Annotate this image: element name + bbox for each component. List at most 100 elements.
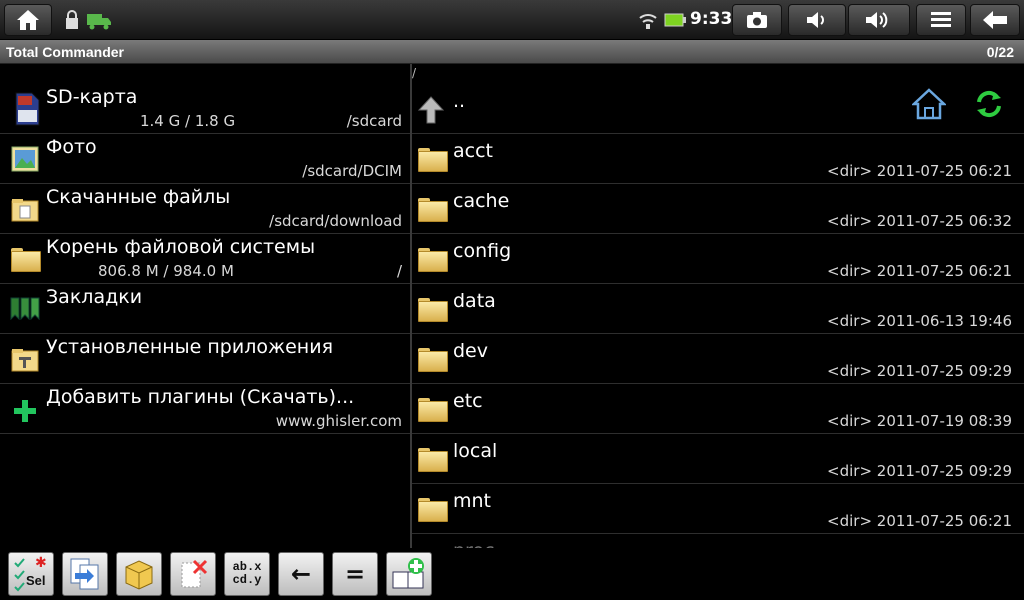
folder-icon <box>418 398 448 422</box>
item-name: .. <box>453 90 466 112</box>
battery-icon <box>664 13 686 27</box>
item-meta: <dir> 2011-07-25 06:21 <box>827 262 1012 280</box>
equal-label: = <box>344 560 366 588</box>
truck-icon <box>87 14 111 30</box>
file-row[interactable]: local <dir> 2011-07-25 09:29 <box>412 434 1024 484</box>
item-name: Закладки <box>46 286 143 308</box>
folder-icon <box>418 148 448 172</box>
list-item-downloads[interactable]: Скачанные файлы /sdcard/download <box>0 184 410 234</box>
apps-folder-icon <box>11 349 39 372</box>
item-name: config <box>453 240 512 262</box>
left-panel: SD-карта 1.4 G / 1.8 G /sdcard Фото /sdc… <box>0 64 410 548</box>
file-row[interactable]: proc <box>412 534 1024 548</box>
item-path: / <box>396 262 402 280</box>
folder-icon <box>418 298 448 322</box>
delete-button[interactable] <box>170 552 216 596</box>
item-meta: <dir> 2011-07-25 06:32 <box>827 212 1012 230</box>
refresh-icon[interactable] <box>974 89 1004 119</box>
up-arrow-icon <box>418 96 444 124</box>
right-panel: / .. acct <dir> 2011-07-25 06:21 cache <… <box>412 64 1024 548</box>
current-path: / <box>412 66 417 80</box>
screenshot-button[interactable] <box>732 4 782 36</box>
item-meta: <dir> 2011-07-25 09:29 <box>827 462 1012 480</box>
item-name: Добавить плагины (Скачать)... <box>46 386 355 408</box>
camera-icon <box>747 12 767 28</box>
item-size: 1.4 G / 1.8 G <box>140 112 236 130</box>
box-icon <box>125 560 153 590</box>
app-title-bar: Total Commander 0/22 <box>0 40 1024 64</box>
list-item-sdcard[interactable]: SD-карта 1.4 G / 1.8 G /sdcard <box>0 84 410 134</box>
back-button[interactable] <box>970 4 1020 36</box>
item-url: www.ghisler.com <box>275 412 402 430</box>
folder-icon <box>418 448 448 472</box>
back-nav-button[interactable]: ← <box>278 552 324 596</box>
item-name: Скачанные файлы <box>46 186 231 208</box>
item-name: etc <box>453 390 483 412</box>
volume-down-button[interactable] <box>788 4 846 36</box>
menu-button[interactable] <box>916 4 966 36</box>
delete-icon <box>181 559 208 588</box>
item-name: Корень файловой системы <box>46 236 316 258</box>
item-meta: <dir> 2011-06-13 19:46 <box>827 312 1012 330</box>
sd-card-icon <box>15 92 40 126</box>
folder-icon <box>418 248 448 272</box>
file-row[interactable]: mnt <dir> 2011-07-25 06:21 <box>412 484 1024 534</box>
new-tab-button[interactable] <box>386 552 432 596</box>
clock: 9:33 <box>690 9 733 29</box>
home-icon <box>17 10 39 30</box>
bookmarks-icon <box>10 297 40 320</box>
list-item-root[interactable]: Корень файловой системы 806.8 M / 984.0 … <box>0 234 410 284</box>
rename-button[interactable]: ab.x cd.y <box>224 552 270 596</box>
file-row[interactable]: dev <dir> 2011-07-25 09:29 <box>412 334 1024 384</box>
home-icon[interactable] <box>912 88 946 120</box>
menu-icon <box>931 12 951 27</box>
compare-button[interactable]: = <box>332 552 378 596</box>
status-bar: 9:33 <box>0 0 1024 40</box>
wifi-icon <box>639 14 657 29</box>
file-row[interactable]: data <dir> 2011-06-13 19:46 <box>412 284 1024 334</box>
home-button[interactable] <box>4 4 52 36</box>
item-name: acct <box>453 140 493 162</box>
select-label: Sel <box>26 573 46 588</box>
folder-icon <box>11 248 41 278</box>
file-row[interactable]: etc <dir> 2011-07-19 08:39 <box>412 384 1024 434</box>
file-row[interactable]: acct <dir> 2011-07-25 06:21 <box>412 134 1024 184</box>
bottom-toolbar: Sel ✱ ab.x cd.y ← = <box>0 548 1024 600</box>
pack-button[interactable] <box>116 552 162 596</box>
volume-up-button[interactable] <box>848 4 910 36</box>
folder-icon <box>418 498 448 522</box>
item-path: /sdcard <box>346 112 402 130</box>
file-row[interactable]: config <dir> 2011-07-25 06:21 <box>412 234 1024 284</box>
item-name: dev <box>453 340 488 362</box>
parent-directory-row[interactable]: .. <box>412 84 1024 134</box>
item-size: 806.8 M / 984.0 M <box>98 262 234 280</box>
volume-down-icon <box>807 12 824 28</box>
item-name: local <box>453 440 498 462</box>
asterisk-icon: ✱ <box>35 555 47 571</box>
folder-icon <box>418 198 448 222</box>
item-meta: <dir> 2011-07-25 06:21 <box>827 512 1012 530</box>
item-name: proc <box>453 540 495 548</box>
file-row[interactable]: cache <dir> 2011-07-25 06:32 <box>412 184 1024 234</box>
list-item-add-plugins[interactable]: Добавить плагины (Скачать)... www.ghisle… <box>0 384 410 434</box>
item-meta: <dir> 2011-07-25 09:29 <box>827 362 1012 380</box>
item-name: SD-карта <box>46 86 138 108</box>
download-folder-icon <box>11 199 39 222</box>
item-name: Установленные приложения <box>46 336 333 358</box>
rename-label: ab.x cd.y <box>232 560 262 587</box>
item-name: data <box>453 290 496 312</box>
select-button[interactable]: Sel ✱ <box>8 552 54 596</box>
folder-icon <box>418 348 448 372</box>
copy-button[interactable] <box>62 552 108 596</box>
list-item-bookmarks[interactable]: Закладки <box>0 284 410 334</box>
list-item-photo[interactable]: Фото /sdcard/DCIM <box>0 134 410 184</box>
volume-up-icon <box>866 12 888 28</box>
plus-icon <box>14 400 36 422</box>
app-title: Total Commander <box>6 44 124 60</box>
list-item-installed-apps[interactable]: Установленные приложения <box>0 334 410 384</box>
photo-icon <box>11 146 39 172</box>
item-meta: <dir> 2011-07-19 08:39 <box>827 412 1012 430</box>
item-meta: <dir> 2011-07-25 06:21 <box>827 162 1012 180</box>
item-name: cache <box>453 190 510 212</box>
lock-icon <box>66 10 78 29</box>
